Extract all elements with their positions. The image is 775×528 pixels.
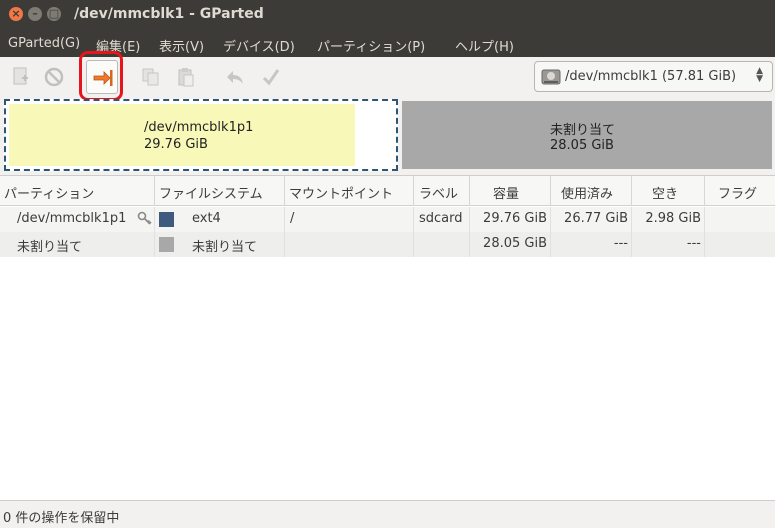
column-free[interactable]: 空き — [652, 183, 678, 202]
copy-icon — [142, 68, 159, 86]
column-partition[interactable]: パーティション — [4, 183, 94, 202]
cell-size: 28.05 GiB — [483, 236, 547, 251]
status-bar: 0 件の操作を保留中 — [0, 500, 775, 528]
new-partition-button[interactable] — [7, 63, 35, 91]
delete-button[interactable] — [40, 63, 68, 91]
apply-icon — [262, 69, 280, 86]
column-flags[interactable]: フラグ — [718, 183, 757, 202]
cell-used: --- — [613, 236, 628, 251]
minimize-window-button[interactable]: – — [28, 7, 42, 21]
menu-device[interactable]: デバイス(D) — [223, 36, 295, 55]
copy-button[interactable] — [137, 63, 165, 91]
device-selector[interactable]: /dev/mmcblk1 (57.81 GiB) ▲ ▼ — [534, 61, 773, 92]
cell-filesystem: ext4 — [192, 211, 221, 226]
highlight-frame — [79, 51, 123, 101]
partition-block-name: 未割り当て — [550, 123, 616, 138]
table-header: パーティション ファイルシステム マウントポイント ラベル 容量 使用済み 空き… — [0, 176, 775, 206]
cell-partition: /dev/mmcblk1p1 — [17, 211, 127, 226]
cell-filesystem: 未割り当て — [192, 240, 258, 255]
title-bar: × – □ /dev/mmcblk1 - GParted — [0, 0, 775, 30]
filesystem-color-swatch — [159, 237, 174, 252]
menu-view[interactable]: 表示(V) — [159, 36, 204, 55]
table-row[interactable]: 未割り当て 未割り当て 28.05 GiB --- --- — [0, 232, 775, 257]
cell-free: --- — [686, 236, 701, 251]
partition-block-size: 29.76 GiB — [144, 137, 208, 152]
undo-icon — [227, 71, 243, 84]
filesystem-color-swatch — [159, 212, 174, 227]
partition-block-unallocated[interactable]: 未割り当て 28.05 GiB — [402, 101, 772, 169]
undo-button[interactable] — [221, 63, 249, 91]
device-size: (57.81 GiB) — [661, 69, 737, 84]
delete-icon — [44, 67, 64, 87]
pending-operations-status: 0 件の操作を保留中 — [3, 511, 120, 526]
partition-used-fill — [9, 104, 355, 166]
paste-icon — [178, 68, 194, 87]
device-selector-label: /dev/mmcblk1 (57.81 GiB) — [565, 69, 736, 84]
cell-size: 29.76 GiB — [483, 211, 547, 226]
column-label[interactable]: ラベル — [419, 183, 458, 202]
partition-block-name: /dev/mmcblk1p1 — [144, 120, 254, 135]
key-icon — [137, 211, 152, 225]
close-window-button[interactable]: × — [9, 7, 23, 21]
column-size[interactable]: 容量 — [493, 183, 519, 202]
menu-help[interactable]: ヘルプ(H) — [455, 36, 514, 55]
menu-partition[interactable]: パーティション(P) — [317, 36, 425, 55]
partition-block-size: 28.05 GiB — [550, 138, 614, 153]
new-partition-icon — [13, 67, 28, 85]
partition-block-mmcblk1p1[interactable]: /dev/mmcblk1p1 29.76 GiB — [4, 99, 398, 171]
cell-label: sdcard — [419, 211, 463, 226]
apply-button[interactable] — [257, 63, 285, 91]
hard-disk-icon — [541, 69, 561, 85]
partition-map: /dev/mmcblk1p1 29.76 GiB 未割り当て 28.05 GiB — [4, 99, 772, 171]
cell-used: 26.77 GiB — [564, 211, 628, 226]
column-filesystem[interactable]: ファイルシステム — [159, 183, 263, 202]
menu-gparted[interactable]: GParted(G) — [8, 36, 80, 51]
table-row[interactable]: /dev/mmcblk1p1 ext4 / sdcard 29.76 GiB 2… — [0, 207, 775, 232]
paste-button[interactable] — [172, 63, 200, 91]
cell-mountpoint: / — [290, 211, 295, 226]
maximize-window-button[interactable]: □ — [47, 7, 61, 21]
chevron-updown-icon: ▲ ▼ — [756, 66, 763, 84]
device-name: /dev/mmcblk1 — [565, 69, 658, 84]
cell-partition: 未割り当て — [17, 240, 83, 255]
partition-table: パーティション ファイルシステム マウントポイント ラベル 容量 使用済み 空き… — [0, 175, 775, 500]
column-used[interactable]: 使用済み — [561, 183, 613, 202]
column-mountpoint[interactable]: マウントポイント — [289, 183, 393, 202]
window-title: /dev/mmcblk1 - GParted — [74, 6, 264, 22]
cell-free: 2.98 GiB — [645, 211, 701, 226]
